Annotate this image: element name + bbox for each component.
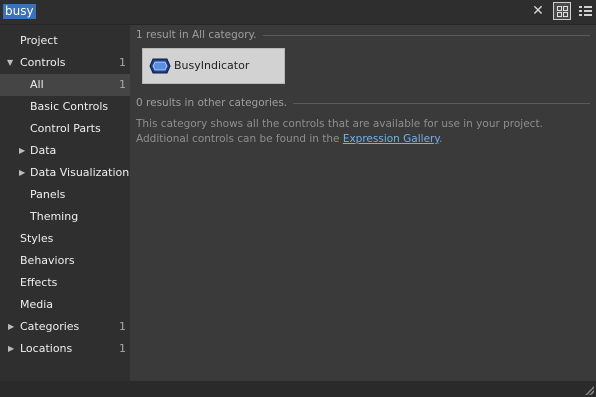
- other-results-header: 0 results in other categories.: [136, 96, 590, 110]
- item-count: 1: [119, 78, 126, 91]
- item-count: 1: [119, 320, 126, 333]
- tree-item-media[interactable]: Media: [0, 294, 130, 316]
- tree-item-data[interactable]: ▶ Data: [0, 140, 130, 162]
- close-icon[interactable]: ✕: [530, 3, 546, 19]
- item-count: 1: [119, 56, 126, 69]
- search-input[interactable]: busy: [3, 4, 36, 19]
- category-tree: Project ▼ Controls 1 All 1 Basic Control…: [0, 25, 130, 381]
- result-item-busyindicator[interactable]: BusyIndicator: [142, 48, 285, 84]
- tree-item-effects[interactable]: Effects: [0, 272, 130, 294]
- collapsed-arrow-icon[interactable]: ▶: [8, 316, 14, 338]
- tree-item-all[interactable]: All 1: [0, 74, 130, 96]
- search-bar: busy ✕: [0, 0, 596, 25]
- expression-gallery-link[interactable]: Expression Gallery: [343, 133, 439, 145]
- tree-item-data-visualization[interactable]: ▶ Data Visualization: [0, 162, 130, 184]
- results-panel: 1 result in All category. BusyIndicator …: [130, 25, 596, 381]
- divider: [293, 102, 590, 104]
- tree-item-locations[interactable]: ▶ Locations 1: [0, 338, 130, 360]
- list-view-icon[interactable]: [576, 2, 594, 20]
- tree-item-panels[interactable]: Panels: [0, 184, 130, 206]
- tree-item-project[interactable]: Project: [0, 30, 130, 52]
- grid-view-icon[interactable]: [553, 2, 571, 20]
- tree-item-basic-controls[interactable]: Basic Controls: [0, 96, 130, 118]
- info-text: This category shows all the controls tha…: [136, 118, 543, 145]
- divider: [262, 34, 590, 36]
- result-item-label: BusyIndicator: [174, 59, 250, 72]
- tree-item-controls[interactable]: ▼ Controls 1: [0, 52, 130, 74]
- busy-indicator-control-icon: [149, 58, 171, 74]
- collapsed-arrow-icon[interactable]: ▶: [19, 162, 25, 184]
- tree-item-theming[interactable]: Theming: [0, 206, 130, 228]
- collapsed-arrow-icon[interactable]: ▶: [19, 140, 25, 162]
- collapsed-arrow-icon[interactable]: ▶: [8, 338, 14, 360]
- tree-item-styles[interactable]: Styles: [0, 228, 130, 250]
- item-count: 1: [119, 342, 126, 355]
- expanded-arrow-icon[interactable]: ▼: [7, 52, 13, 74]
- resize-grip-icon[interactable]: [584, 385, 594, 395]
- status-bar: [0, 381, 596, 397]
- tree-item-categories[interactable]: ▶ Categories 1: [0, 316, 130, 338]
- tree-item-behaviors[interactable]: Behaviors: [0, 250, 130, 272]
- results-header: 1 result in All category.: [136, 28, 590, 42]
- tree-item-control-parts[interactable]: Control Parts: [0, 118, 130, 140]
